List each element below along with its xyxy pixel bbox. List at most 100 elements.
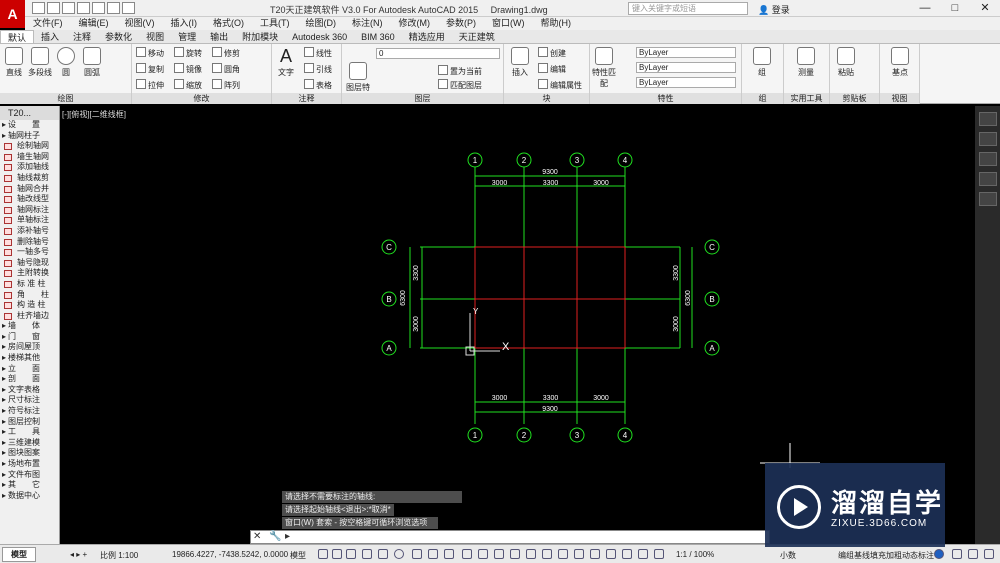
menu-window[interactable]: 窗口(W) — [484, 17, 533, 30]
base-point-button[interactable]: 基点 — [888, 47, 912, 78]
paste-button[interactable]: 粘贴 — [834, 47, 858, 78]
tab-addins[interactable]: 附加模块 — [235, 30, 285, 43]
login-button[interactable]: 👤 登录 — [758, 3, 790, 16]
properties-panel-title[interactable]: 特性 — [590, 93, 741, 104]
arc-button[interactable]: 圆弧 — [80, 47, 104, 78]
snap-icon[interactable] — [332, 549, 342, 559]
object-snap-tracking-icon[interactable] — [428, 549, 438, 559]
tool-item[interactable]: 添加轴线 — [0, 162, 59, 173]
units-display[interactable]: 小数 — [780, 550, 796, 561]
tab-tangent[interactable]: 天正建筑 — [452, 30, 502, 43]
edit-attributes-button[interactable]: 编辑属性 — [538, 79, 582, 91]
create-block-button[interactable]: 创建 — [538, 47, 566, 59]
new-file-icon[interactable] — [32, 2, 45, 14]
menu-modify[interactable]: 修改(M) — [391, 17, 439, 30]
customize-icon[interactable]: 🔧 — [269, 531, 281, 542]
tool-item[interactable]: 轴线裁剪 — [0, 173, 59, 184]
menu-draw[interactable]: 绘图(D) — [298, 17, 345, 30]
transparency-icon[interactable] — [478, 549, 488, 559]
rotate-button[interactable]: 旋转 — [174, 47, 202, 59]
drawing-scale[interactable]: 比例 1:100 — [100, 550, 138, 561]
orbit-icon[interactable] — [978, 172, 997, 186]
tool-section[interactable]: 符号标注 — [0, 406, 59, 417]
close-command-line-icon[interactable]: ✕ — [253, 531, 261, 542]
tab-a360[interactable]: Autodesk 360 — [285, 30, 354, 43]
pan-icon[interactable] — [978, 132, 997, 146]
tab-bim360[interactable]: BIM 360 — [354, 30, 402, 43]
tool-item[interactable]: 单轴标注 — [0, 215, 59, 226]
tab-manage[interactable]: 管理 — [171, 30, 203, 43]
menu-tools[interactable]: 工具(T) — [252, 17, 298, 30]
utilities-panel-title[interactable]: 实用工具 — [784, 93, 829, 104]
tool-section[interactable]: 楼梯其他 — [0, 353, 59, 364]
color-select[interactable]: ByLayer — [636, 47, 736, 58]
measure-button[interactable]: 测量 — [794, 47, 818, 78]
polar-tracking-icon[interactable] — [394, 549, 404, 559]
fullscreen-icon[interactable] — [984, 549, 994, 559]
tool-section[interactable]: 门 窗 — [0, 332, 59, 343]
tab-view[interactable]: 视图 — [139, 30, 171, 43]
tool-section[interactable]: 工 具 — [0, 427, 59, 438]
insert-block-button[interactable]: 插入 — [508, 47, 532, 78]
settings-icon[interactable] — [934, 549, 944, 559]
tool-section[interactable]: 图块图案 — [0, 448, 59, 459]
tool-item[interactable]: 柱齐墙边 — [0, 311, 59, 322]
linear-dim-button[interactable]: 线性 — [304, 47, 332, 59]
dynamic-ucs-icon[interactable] — [526, 549, 536, 559]
tool-item[interactable]: 轴号隐现 — [0, 258, 59, 269]
hardware-acceleration-icon[interactable] — [968, 549, 978, 559]
tool-section[interactable]: 其 它 — [0, 480, 59, 491]
set-current-button[interactable]: 置为当前 — [438, 65, 482, 77]
tab-parametric[interactable]: 参数化 — [98, 30, 139, 43]
group-button[interactable]: 组 — [750, 47, 774, 78]
annotation-scale[interactable]: 1:1 / 100% — [676, 550, 714, 559]
draw-panel-title[interactable]: 绘图 — [0, 93, 131, 104]
tool-item[interactable]: 添补轴号 — [0, 226, 59, 237]
selection-filter-icon[interactable] — [542, 549, 552, 559]
tool-section[interactable]: 尺寸标注 — [0, 395, 59, 406]
tab-output[interactable]: 输出 — [203, 30, 235, 43]
tab-annotate[interactable]: 注释 — [66, 30, 98, 43]
menu-dimension[interactable]: 标注(N) — [344, 17, 391, 30]
help-search-input[interactable]: 键入关键字或短语 — [628, 2, 748, 15]
polyline-button[interactable]: 多段线 — [28, 47, 52, 78]
tab-default[interactable]: 默认 — [0, 30, 35, 43]
steering-wheel-icon[interactable] — [978, 112, 997, 126]
command-input[interactable] — [299, 532, 759, 542]
copy-button[interactable]: 复制 — [136, 63, 164, 75]
minimize-button[interactable]: — — [910, 0, 940, 17]
menu-file[interactable]: 文件(F) — [25, 17, 71, 30]
table-button[interactable]: 表格 — [304, 79, 332, 91]
tool-item[interactable]: 轴网标注 — [0, 205, 59, 216]
model-tab[interactable]: 模型 — [2, 547, 36, 562]
menu-help[interactable]: 帮助(H) — [533, 17, 580, 30]
view-panel-title[interactable]: 视图 — [880, 93, 919, 104]
tool-section[interactable]: 文字表格 — [0, 385, 59, 396]
scale-button[interactable]: 缩放 — [174, 79, 202, 91]
dynamic-input-icon[interactable] — [362, 549, 372, 559]
showmotion-icon[interactable] — [978, 192, 997, 206]
maximize-button[interactable]: □ — [940, 0, 970, 17]
tool-item[interactable]: 墙生轴网 — [0, 152, 59, 163]
tool-panel-header[interactable]: T20... — [0, 106, 59, 120]
annotation-monitor-icon[interactable] — [638, 549, 648, 559]
tool-item[interactable]: 标 准 柱 — [0, 279, 59, 290]
line-button[interactable]: 直线 — [2, 47, 26, 78]
lineweight-icon[interactable] — [462, 549, 472, 559]
save-icon[interactable] — [62, 2, 75, 14]
annotation-scale-icon[interactable] — [606, 549, 616, 559]
tool-section[interactable]: 剖 面 — [0, 374, 59, 385]
tool-section[interactable]: 房间屋顶 — [0, 342, 59, 353]
trim-button[interactable]: 修剪 — [212, 47, 240, 59]
auto-scale-icon[interactable] — [590, 549, 600, 559]
block-panel-title[interactable]: 块 — [504, 93, 589, 104]
open-file-icon[interactable] — [47, 2, 60, 14]
edit-block-button[interactable]: 编辑 — [538, 63, 566, 75]
menu-parametric[interactable]: 参数(P) — [438, 17, 484, 30]
tab-featured-apps[interactable]: 精选应用 — [402, 30, 452, 43]
units-icon[interactable] — [654, 549, 664, 559]
autocad-app-icon[interactable]: A — [0, 0, 25, 28]
tool-section[interactable]: 设 置 — [0, 120, 59, 131]
stretch-button[interactable]: 拉伸 — [136, 79, 164, 91]
tool-section[interactable]: 立 面 — [0, 364, 59, 375]
